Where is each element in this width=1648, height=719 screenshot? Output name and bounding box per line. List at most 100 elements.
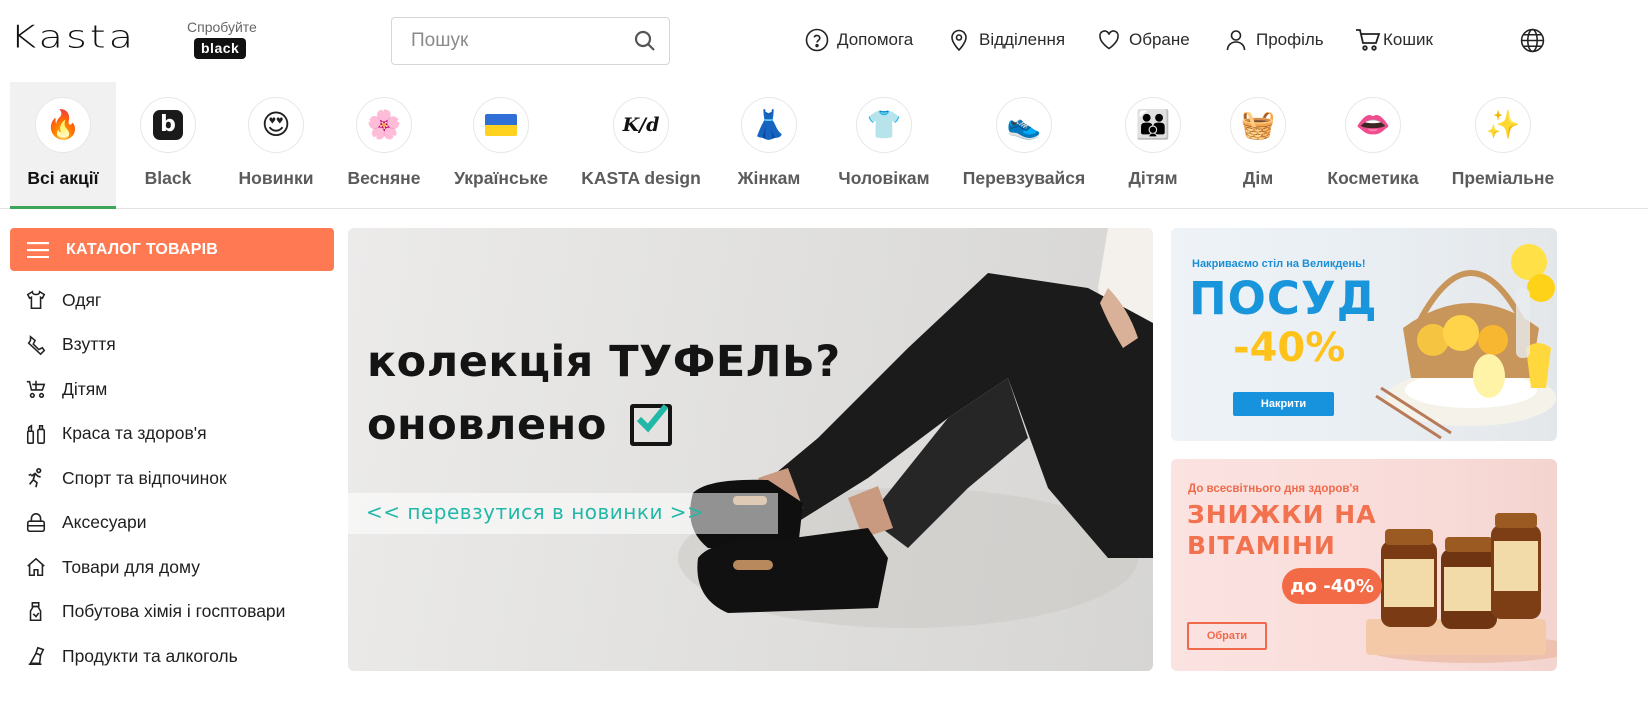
profile-label: Профіль bbox=[1256, 30, 1324, 49]
heart-icon bbox=[1099, 30, 1119, 50]
house-icon bbox=[27, 557, 45, 577]
catalog-item-beauty[interactable]: Краса та здоров'я bbox=[10, 412, 334, 457]
category-all-sales[interactable]: 🔥 Всі акції bbox=[10, 82, 116, 209]
category-ukrainian[interactable]: Українське bbox=[451, 82, 551, 209]
category-shoes[interactable]: 👟 Перевзувайся bbox=[963, 82, 1085, 209]
category-label: Black bbox=[144, 168, 192, 188]
try-text: Спробуйте bbox=[187, 19, 257, 35]
promo2-button[interactable]: Обрати bbox=[1187, 622, 1267, 650]
family-icon: 👪 bbox=[1125, 97, 1181, 153]
fire-icon: 🔥 bbox=[35, 97, 91, 153]
catalog-item-shoes[interactable]: Взуття bbox=[10, 323, 334, 368]
hero-line2: оновлено bbox=[367, 400, 607, 450]
catalog-item-clothes[interactable]: Одяг bbox=[10, 278, 334, 323]
checkbox-icon bbox=[630, 404, 673, 446]
hero-banner[interactable]: колекція ТУФЕЛЬ? оновлено << перевзутися… bbox=[348, 228, 1153, 671]
promo-dishes-banner[interactable]: Накриваємо стіл на Великдень! ПОСУД -40%… bbox=[1171, 228, 1557, 441]
catalog-list: Одяг Взуття Дітям Краса та здоров'я Спор… bbox=[10, 278, 334, 679]
sparkles-icon: ✨ bbox=[1475, 97, 1531, 153]
category-spring[interactable]: 🌸 Весняне bbox=[342, 82, 426, 209]
running-icon bbox=[28, 468, 42, 488]
category-label: Косметика bbox=[1327, 168, 1419, 188]
catalog-button[interactable]: КАТАЛОГ ТОВАРІВ bbox=[10, 228, 334, 271]
map-pin-icon bbox=[951, 29, 967, 52]
category-kasta-design[interactable]: K/d KASTA design bbox=[580, 82, 702, 209]
bag-icon bbox=[26, 512, 46, 532]
catalog-item-label: Взуття bbox=[62, 334, 116, 355]
search-icon[interactable] bbox=[633, 29, 657, 53]
branches-link[interactable]: Відділення bbox=[947, 28, 1065, 52]
catalog-item-food[interactable]: Продукти та алкоголь bbox=[10, 634, 334, 679]
promo2-title: ЗНИЖКИ НА ВІТАМІНИ bbox=[1187, 499, 1377, 561]
promo2-subtitle: До всесвітнього дня здоров'я bbox=[1188, 483, 1359, 495]
cart-icon bbox=[1356, 29, 1381, 51]
catalog-item-label: Краса та здоров'я bbox=[62, 423, 207, 444]
black-badge[interactable]: black bbox=[194, 38, 247, 59]
category-label: Всі акції bbox=[27, 168, 99, 188]
promo1-title: ПОСУД bbox=[1189, 272, 1378, 325]
category-men[interactable]: 👕 Чоловікам bbox=[838, 82, 930, 209]
basket-icon: 🧺 bbox=[1230, 97, 1286, 153]
promo2-title-line1: ЗНИЖКИ НА bbox=[1187, 500, 1377, 529]
help-link[interactable]: Допомога bbox=[805, 28, 913, 52]
category-label: Дітям bbox=[1128, 168, 1178, 188]
category-label: Дім bbox=[1242, 168, 1274, 188]
try-black-promo[interactable]: Спробуйте black bbox=[187, 19, 257, 59]
spray-icon bbox=[29, 601, 42, 621]
hamburger-menu-icon bbox=[27, 241, 49, 258]
black-b-icon: b bbox=[140, 97, 196, 153]
flower-icon: 🌸 bbox=[356, 97, 412, 153]
food-icon bbox=[28, 647, 45, 666]
language-switcher[interactable] bbox=[1520, 28, 1553, 53]
catalog-item-label: Одяг bbox=[62, 289, 102, 310]
favorites-link[interactable]: Обране bbox=[1097, 28, 1190, 52]
search-input[interactable] bbox=[392, 30, 622, 52]
catalog-item-kids[interactable]: Дітям bbox=[10, 367, 334, 412]
category-kids[interactable]: 👪 Дітям bbox=[1118, 82, 1188, 209]
question-circle-icon bbox=[805, 28, 829, 52]
category-label: KASTA design bbox=[581, 168, 701, 188]
kasta-logo[interactable]: Kasta bbox=[10, 22, 136, 53]
category-women[interactable]: 👗 Жінкам bbox=[730, 82, 808, 209]
category-label: Українське bbox=[454, 168, 548, 188]
ukraine-flag-icon bbox=[473, 97, 529, 153]
category-new[interactable]: 😍 Новинки bbox=[230, 82, 322, 209]
cosmetics-icon bbox=[26, 424, 46, 444]
category-label: Весняне bbox=[347, 168, 421, 188]
catalog-item-sport[interactable]: Спорт та відпочинок bbox=[10, 456, 334, 501]
kd-logo-glyph: K/d bbox=[622, 113, 660, 136]
cart-link[interactable]: Кошик bbox=[1355, 28, 1433, 52]
favorites-label: Обране bbox=[1129, 30, 1190, 49]
branches-label: Відділення bbox=[979, 30, 1066, 49]
catalog-item-label: Товари для дому bbox=[62, 556, 200, 577]
hero-headline: колекція ТУФЕЛЬ? оновлено bbox=[367, 331, 841, 457]
category-home[interactable]: 🧺 Дім bbox=[1227, 82, 1289, 209]
category-label: Жінкам bbox=[737, 168, 801, 188]
user-icon bbox=[1226, 30, 1246, 51]
catalog-item-label: Дітям bbox=[62, 378, 108, 399]
promo1-button[interactable]: Накрити bbox=[1233, 392, 1334, 416]
lips-icon: 👄 bbox=[1345, 97, 1401, 153]
profile-link[interactable]: Профіль bbox=[1224, 28, 1324, 52]
promo1-subtitle: Накриваємо стіл на Великдень! bbox=[1192, 258, 1366, 270]
category-label: Чоловікам bbox=[838, 168, 930, 188]
category-premium[interactable]: ✨ Преміальне bbox=[1452, 82, 1554, 209]
hero-cta-link[interactable]: << перевзутися в новинки >> bbox=[366, 500, 704, 524]
tshirt-icon bbox=[26, 290, 46, 310]
search-box bbox=[391, 17, 670, 65]
heart-eyes-icon: 😍 bbox=[248, 97, 304, 153]
catalog-item-household[interactable]: Побутова хімія і госптовари bbox=[10, 590, 334, 635]
catalog-item-home[interactable]: Товари для дому bbox=[10, 545, 334, 590]
category-black[interactable]: b Black bbox=[126, 82, 210, 209]
kd-logo-icon: K/d bbox=[613, 97, 669, 153]
hero-line1: колекція ТУФЕЛЬ? bbox=[367, 337, 841, 387]
help-label: Допомога bbox=[837, 30, 914, 49]
category-strip: 🔥 Всі акції b Black 😍 Новинки 🌸 Весняне … bbox=[0, 82, 1648, 209]
shoe-icon bbox=[27, 334, 46, 355]
catalog-button-label: КАТАЛОГ ТОВАРІВ bbox=[66, 240, 219, 258]
category-cosmetics[interactable]: 👄 Косметика bbox=[1326, 82, 1420, 209]
stroller-icon bbox=[26, 381, 46, 399]
promo-vitamins-banner[interactable]: До всесвітнього дня здоров'я ЗНИЖКИ НА В… bbox=[1171, 459, 1557, 671]
catalog-item-accessories[interactable]: Аксесуари bbox=[10, 501, 334, 546]
globe-icon bbox=[1520, 28, 1545, 53]
